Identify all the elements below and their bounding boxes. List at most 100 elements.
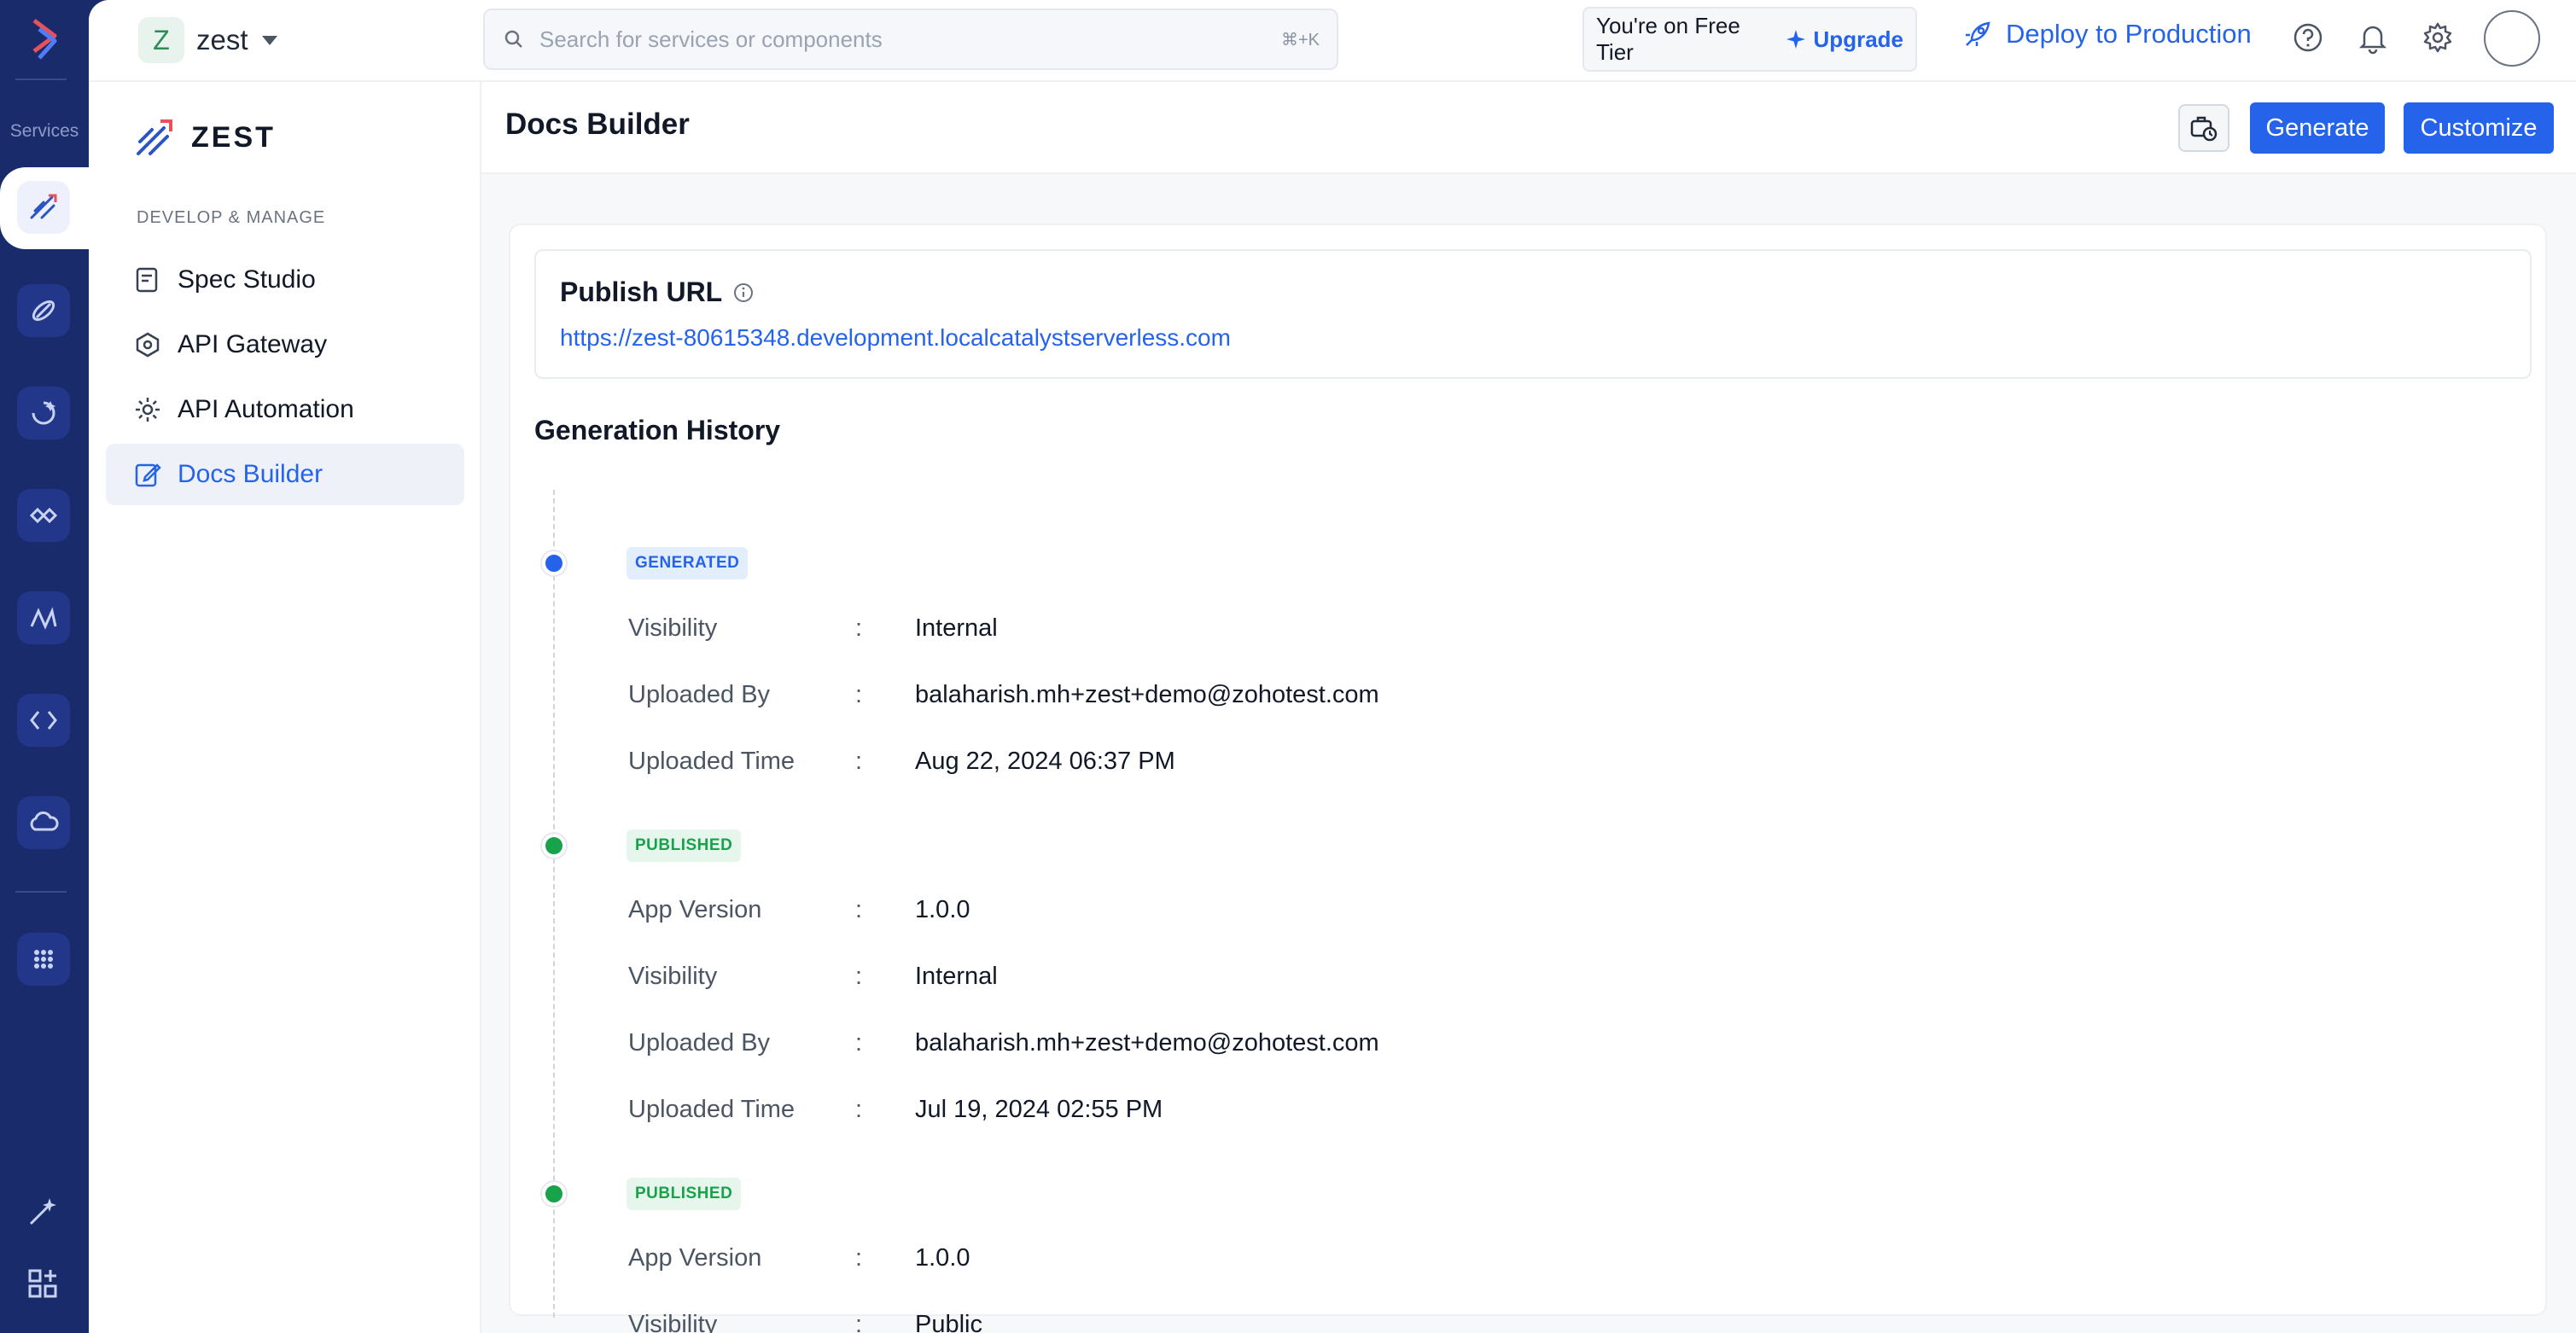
history-row: Visibility : Public <box>628 1307 982 1333</box>
field-separator: : <box>855 614 863 642</box>
field-value: Public <box>915 1310 982 1333</box>
field-value: balaharish.mh+zest+demo@zohotest.com <box>915 1028 1379 1057</box>
tier-banner: You're on Free Tier Upgrade <box>1582 7 1917 72</box>
field-value: Internal <box>915 614 998 642</box>
api-automation-icon <box>136 398 160 422</box>
ai-service-icon[interactable] <box>17 387 70 439</box>
field-key: Visibility <box>628 614 718 642</box>
history-row: Uploaded Time : Jul 19, 2024 02:55 PM <box>628 1092 1163 1126</box>
info-icon[interactable] <box>732 282 755 304</box>
field-value: Internal <box>915 962 998 990</box>
field-key: Uploaded By <box>628 1028 771 1057</box>
publish-url-box: Publish URL https://zest-80615348.develo… <box>534 249 2532 379</box>
catalyst-logo-icon[interactable] <box>19 14 70 65</box>
zest-logo-icon <box>137 119 172 155</box>
field-value: balaharish.mh+zest+demo@zohotest.com <box>915 680 1379 708</box>
search-bar[interactable]: ⌘+K <box>483 9 1338 70</box>
main-canvas: Z zest ⌘+K You're on Free Tier Upgrade D… <box>89 0 2576 1333</box>
zest-brand: ZEST <box>133 116 276 159</box>
field-key: App Version <box>628 1243 762 1272</box>
timeline-dot-published <box>542 1182 566 1206</box>
gear-icon[interactable] <box>2421 20 2455 55</box>
field-key: Uploaded Time <box>628 1095 796 1123</box>
project-avatar: Z <box>138 17 184 63</box>
field-key: Uploaded Time <box>628 747 796 775</box>
cloud-service-icon[interactable] <box>17 796 70 849</box>
upgrade-label: Upgrade <box>1813 26 1903 52</box>
search-shortcut: ⌘+K <box>1280 30 1320 49</box>
page-header: Docs Builder Generate Customize <box>481 82 2576 174</box>
sidebar: ZEST DEVELOP & MANAGE Spec Studio API Ga… <box>89 82 481 1333</box>
field-key: Uploaded By <box>628 680 771 708</box>
generate-button[interactable]: Generate <box>2250 102 2385 154</box>
sidebar-item-api-automation[interactable]: API Automation <box>106 379 464 440</box>
code-service-icon[interactable] <box>17 694 70 747</box>
rail-divider <box>15 891 67 893</box>
field-separator: : <box>855 747 863 775</box>
sidebar-item-api-gateway[interactable]: API Gateway <box>106 314 464 375</box>
field-separator: : <box>855 962 863 990</box>
zest-service-icon[interactable] <box>17 181 70 234</box>
services-label: Services <box>9 121 79 141</box>
sidebar-item-spec-studio[interactable]: Spec Studio <box>106 249 464 311</box>
field-separator: : <box>855 895 863 923</box>
field-value: 1.0.0 <box>915 895 970 923</box>
docs-card: Publish URL https://zest-80615348.develo… <box>509 224 2547 1333</box>
publish-url-link[interactable]: https://zest-80615348.development.localc… <box>560 324 1231 352</box>
timeline-dot-generated <box>542 551 566 575</box>
search-input[interactable] <box>539 26 1281 53</box>
history-row: Uploaded By : balaharish.mh+zest+demo@zo… <box>628 678 1379 712</box>
history-row: Uploaded Time : Aug 22, 2024 06:37 PM <box>628 744 1175 778</box>
spec-studio-icon <box>136 267 158 293</box>
field-separator: : <box>855 1310 863 1333</box>
docs-builder-icon <box>135 463 161 487</box>
briefcase-clock-icon <box>2190 116 2218 142</box>
field-value: Jul 19, 2024 02:55 PM <box>915 1095 1163 1123</box>
history-row: App Version : 1.0.0 <box>628 1241 970 1275</box>
history-row: Uploaded By : balaharish.mh+zest+demo@zo… <box>628 1026 1379 1060</box>
sidebar-item-label: Docs Builder <box>178 460 323 488</box>
sparkle-icon <box>1786 30 1805 49</box>
rail-divider <box>15 79 67 80</box>
section-label: DEVELOP & MANAGE <box>137 208 326 227</box>
field-value: Aug 22, 2024 06:37 PM <box>915 747 1175 775</box>
field-separator: : <box>855 1243 863 1272</box>
field-separator: : <box>855 1095 863 1123</box>
project-switcher[interactable]: Z zest <box>138 17 277 63</box>
history-row: App Version : 1.0.0 <box>628 893 970 927</box>
apps-grid-icon[interactable] <box>17 933 70 986</box>
status-badge: GENERATED <box>627 547 749 579</box>
generation-history-title: Generation History <box>534 415 781 445</box>
magic-wand-icon[interactable] <box>24 1193 61 1231</box>
field-separator: : <box>855 1028 863 1057</box>
field-value: 1.0.0 <box>915 1243 970 1272</box>
history-row: Visibility : Internal <box>628 611 998 645</box>
history-button[interactable] <box>2178 104 2229 152</box>
bell-icon[interactable] <box>2356 20 2390 55</box>
brand-name: ZEST <box>191 120 276 154</box>
user-avatar[interactable] <box>2484 10 2540 67</box>
help-icon[interactable] <box>2291 20 2325 55</box>
page-title: Docs Builder <box>505 108 690 141</box>
deploy-label: Deploy to Production <box>2006 19 2252 49</box>
timeline-dot-published <box>542 834 566 858</box>
rocket-service-icon[interactable] <box>17 284 70 337</box>
field-key: Visibility <box>628 962 718 990</box>
sidebar-item-label: API Automation <box>178 395 354 423</box>
tier-text: You're on Free Tier <box>1596 13 1740 65</box>
rocket-icon <box>1966 21 1990 46</box>
signals-service-icon[interactable] <box>17 591 70 644</box>
status-badge: PUBLISHED <box>627 829 742 862</box>
upgrade-link[interactable]: Upgrade <box>1785 26 1903 53</box>
sidebar-item-docs-builder[interactable]: Docs Builder <box>106 444 464 505</box>
connector-service-icon[interactable] <box>17 489 70 542</box>
publish-url-title: Publish URL <box>560 276 755 308</box>
field-key: App Version <box>628 895 762 923</box>
content-area: Docs Builder Generate Customize Publish … <box>481 82 2576 1333</box>
search-icon <box>504 30 522 48</box>
deploy-to-production-button[interactable]: Deploy to Production <box>1963 19 2252 49</box>
customize-button[interactable]: Customize <box>2404 102 2554 154</box>
publish-url-label: Publish URL <box>560 276 723 307</box>
widgets-icon[interactable] <box>24 1265 61 1302</box>
services-rail: Services <box>0 0 90 1333</box>
